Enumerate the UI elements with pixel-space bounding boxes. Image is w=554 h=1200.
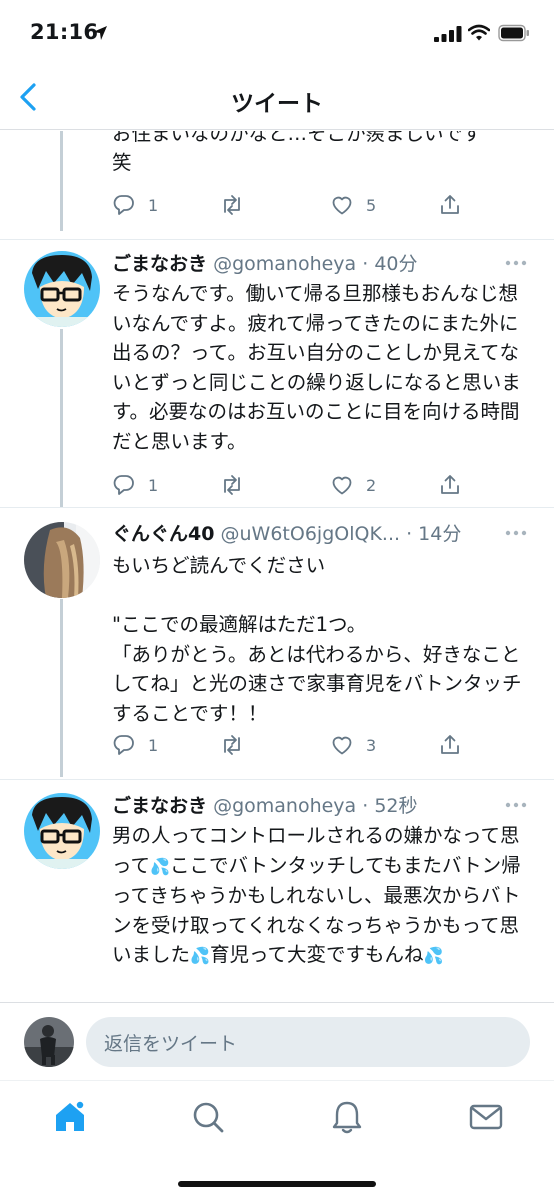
retweet-icon (224, 475, 240, 495)
reply-button[interactable]: 1 (112, 731, 158, 759)
navigation-bar: ツイート (0, 64, 554, 130)
avatar[interactable] (24, 793, 100, 869)
like-count: 2 (366, 475, 377, 495)
cartoon-avatar-image (24, 793, 100, 869)
tweet-actions: 1 5 (112, 191, 512, 219)
tweet-thread[interactable]: お住まいなのかなと…そこか羨ましいです 笑 1 5 ごまなおき @gomanoh… (0, 131, 554, 1002)
home-indicator (178, 1181, 376, 1187)
like-count: 5 (366, 195, 377, 215)
reply-input[interactable]: 返信をツイート (86, 1017, 530, 1067)
tweet-time: · 40分 (362, 253, 418, 275)
share-button[interactable] (438, 191, 462, 219)
tweet-text: 男の人ってコントロールされるの嫌かなって思って💦ここでバトンタッチしてもまたバト… (112, 821, 532, 971)
retweet-button[interactable] (220, 191, 244, 219)
sweat-droplets-emoji-icon: 💦 (423, 946, 444, 965)
user-avatar[interactable] (24, 1017, 74, 1067)
tweet-text-line: お住まいなのかなと…そこか羨ましいです (112, 131, 482, 145)
heart-icon (332, 196, 352, 215)
retweet-button[interactable] (220, 471, 244, 499)
page-title: ツイート (231, 91, 323, 117)
author-handle[interactable]: @uW6tO6jgOlQK... (221, 523, 401, 545)
share-icon (441, 195, 459, 214)
sweat-droplets-emoji-icon: 💦 (190, 946, 210, 965)
author-name[interactable]: ごまなおき (112, 253, 207, 275)
tweet-text: もいちど読んでください "ここでの最適解はただ1つ。 「ありがとう。あとは代わる… (112, 554, 522, 725)
notifications-icon[interactable] (327, 1097, 367, 1137)
share-button[interactable] (438, 731, 462, 759)
tweet-actions: 1 2 (112, 471, 512, 499)
share-icon (441, 475, 459, 494)
more-options-icon[interactable] (504, 801, 528, 809)
tweet-divider (0, 239, 554, 240)
location-arrow-icon (93, 26, 107, 40)
reply-button[interactable]: 1 (112, 191, 158, 219)
photo-avatar-image (24, 522, 100, 598)
author-handle[interactable]: @gomanoheya (213, 795, 356, 817)
battery-icon (498, 24, 529, 42)
status-bar: 21:16 (0, 0, 554, 64)
search-icon[interactable] (188, 1097, 228, 1137)
messages-icon[interactable] (466, 1097, 506, 1137)
tweet-divider (0, 507, 554, 508)
reply-icon (113, 475, 134, 495)
tweet-time: · 14分 (406, 523, 462, 545)
sweat-droplets-emoji-icon: 💦 (150, 856, 170, 876)
tweet-text-line: 笑 (112, 151, 132, 174)
tweet[interactable]: ごまなおき @gomanoheya · 52秒 男の人ってコントロールされるの嫌… (0, 791, 554, 1002)
tweet-text-segment: 育児って大変ですもんね (209, 943, 424, 966)
more-options-icon[interactable] (504, 529, 528, 537)
share-button[interactable] (438, 471, 462, 499)
avatar[interactable] (24, 251, 100, 327)
home-icon[interactable] (50, 1097, 90, 1137)
more-options-icon[interactable] (504, 259, 528, 267)
avatar[interactable] (24, 522, 100, 598)
author-handle[interactable]: @gomanoheya (213, 253, 356, 275)
tweet[interactable]: ごまなおき @gomanoheya · 40分 そうなんです。働いて帰る旦那様も… (0, 249, 554, 505)
tweet-divider (0, 779, 554, 780)
retweet-button[interactable] (220, 731, 244, 759)
author-name[interactable]: ごまなおき (112, 795, 207, 817)
reply-composer-bar: 返信をツイート (0, 1002, 554, 1080)
retweet-icon (224, 735, 240, 755)
heart-icon (332, 736, 352, 755)
share-icon (441, 735, 459, 754)
retweet-icon (224, 195, 240, 215)
reply-count: 1 (148, 475, 159, 495)
like-button[interactable]: 3 (330, 731, 376, 759)
user-photo-image (24, 1017, 74, 1067)
reply-icon (113, 195, 134, 215)
status-time: 21:16 (30, 20, 99, 44)
like-button[interactable]: 5 (330, 191, 376, 219)
tweet-time: · 52秒 (362, 795, 418, 817)
cartoon-avatar-image (24, 251, 100, 327)
like-button[interactable]: 2 (330, 471, 376, 499)
author-name[interactable]: ぐんぐん40 (112, 523, 214, 545)
heart-icon (332, 476, 352, 495)
cellular-signal-icon (434, 26, 462, 42)
tweet-header: ぐんぐん40 @uW6tO6jgOlQK... · 14分 (112, 519, 532, 549)
like-count: 3 (366, 735, 377, 755)
tweet-actions: 1 3 (112, 731, 512, 759)
reply-count: 1 (148, 195, 159, 215)
reply-count: 1 (148, 735, 159, 755)
tweet-text: そうなんです。働いて帰る旦那様もおんなじ想いなんですよ。疲れて帰ってきたのにまた… (112, 282, 521, 453)
tweet-partial[interactable]: お住まいなのかなと…そこか羨ましいです 笑 1 5 (0, 131, 554, 227)
tweet-header: ごまなおき @gomanoheya · 52秒 (112, 791, 532, 821)
wifi-icon (468, 24, 490, 41)
reply-button[interactable]: 1 (112, 471, 158, 499)
reply-icon (113, 735, 134, 755)
tweet-header: ごまなおき @gomanoheya · 40分 (112, 249, 532, 279)
